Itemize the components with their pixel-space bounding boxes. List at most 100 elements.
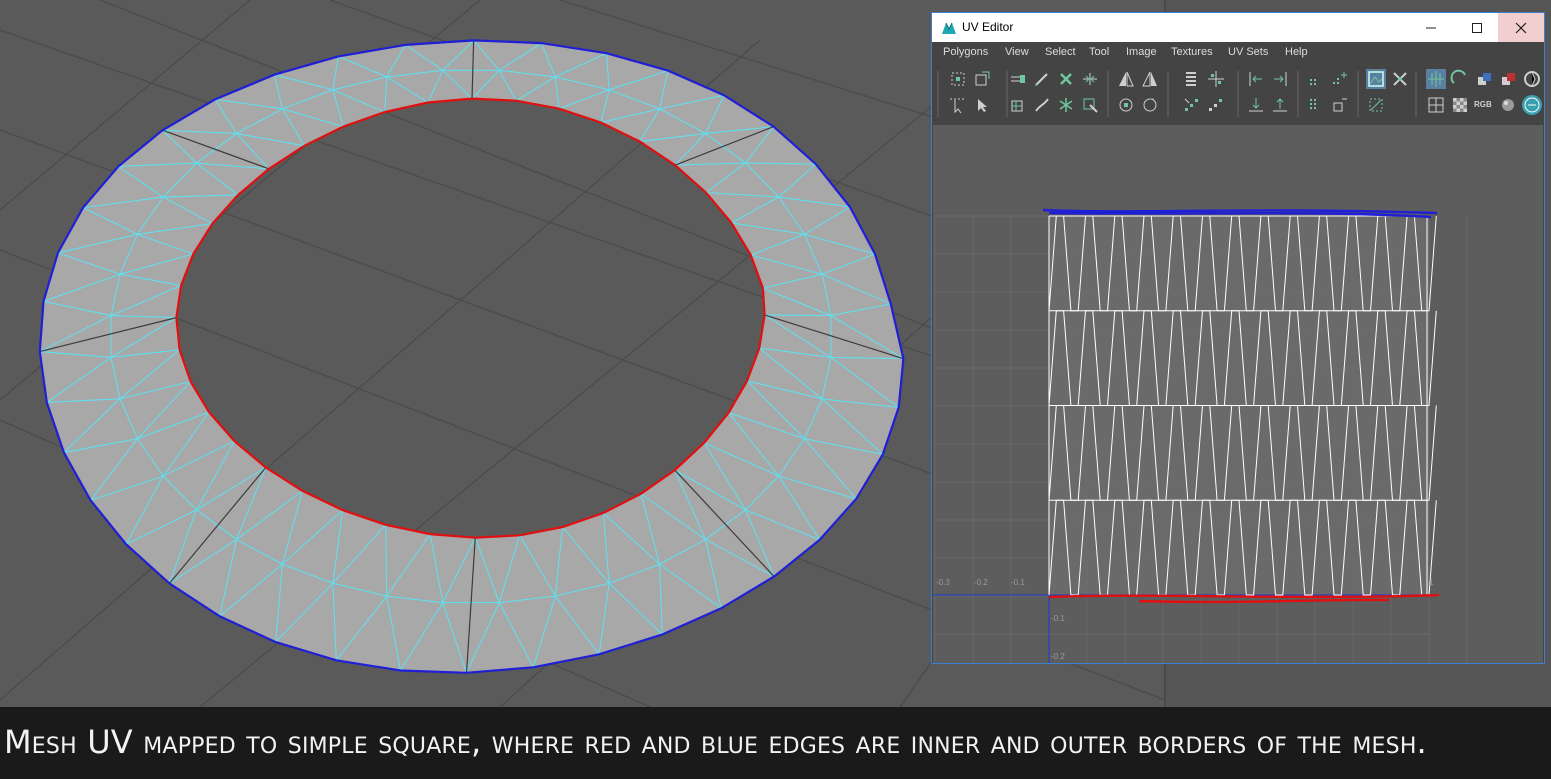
rotate-cw-tool[interactable]	[1140, 95, 1160, 115]
image-display-toggle[interactable]	[1366, 69, 1386, 89]
checker-toggle[interactable]	[1390, 69, 1410, 89]
scatter-alt-icon	[1209, 99, 1222, 111]
align-right-icon	[1274, 72, 1287, 86]
shading-sphere-toggle[interactable]	[1498, 95, 1518, 115]
uv-editor-toolbar: RGB	[932, 63, 1544, 125]
optimize-tool[interactable]	[1056, 95, 1076, 115]
scatter-tool[interactable]	[1182, 95, 1202, 115]
layout-tool[interactable]	[1182, 69, 1202, 89]
rgb-label: RGB	[1474, 100, 1492, 109]
normalize-tool[interactable]	[1330, 95, 1350, 115]
v-label-neg-0.1: -0.1	[1051, 614, 1065, 623]
uv-editor-titlebar[interactable]: UV Editor	[932, 13, 1544, 42]
rotate-ccw-tool[interactable]	[1116, 95, 1136, 115]
caption-bar: Mesh UV mapped to simple square, where r…	[0, 707, 1551, 779]
rotate-tool[interactable]	[1450, 69, 1470, 89]
unfold-tool[interactable]	[1008, 95, 1028, 115]
menu-textures[interactable]: Textures	[1171, 46, 1213, 58]
aperture-icon	[1524, 71, 1540, 87]
filter-toggle[interactable]	[1366, 95, 1386, 115]
straighten-tool[interactable]	[1080, 95, 1100, 115]
normalize-icon	[1333, 98, 1347, 112]
checker-tiles-toggle[interactable]	[1450, 95, 1470, 115]
filter-icon	[1369, 98, 1383, 112]
select-tool[interactable]	[948, 95, 968, 115]
sphere-icon	[1502, 99, 1514, 111]
grid-snap-tool[interactable]	[1306, 95, 1326, 115]
menu-polygons[interactable]: Polygons	[943, 46, 988, 58]
shuffle-icon	[1393, 72, 1407, 86]
brush-icon	[1035, 98, 1049, 112]
caption-text: Mesh UV mapped to simple square, where r…	[4, 723, 1427, 761]
rotate-icon	[1450, 69, 1466, 84]
shell-border-tool[interactable]	[972, 69, 992, 89]
uv-editor-menubar: Polygons View Select Tool Image Textures…	[932, 42, 1544, 63]
menu-view[interactable]: View	[1005, 46, 1029, 58]
planar-icon	[1119, 71, 1134, 87]
cut-uv-tool[interactable]	[1008, 69, 1028, 89]
maya-app-icon	[941, 20, 957, 36]
dots-icon	[1310, 79, 1316, 85]
color-icon	[1502, 73, 1515, 85]
window-title: UV Editor	[962, 20, 1014, 34]
shell-icon	[975, 71, 990, 86]
close-button[interactable]	[1498, 13, 1544, 42]
u-label-1: 1	[1429, 578, 1434, 587]
merge-uv-tool[interactable]	[1080, 69, 1100, 89]
snowflake-icon	[1059, 98, 1073, 112]
delete-uv-tool[interactable]	[1056, 69, 1076, 89]
auto-map-tool[interactable]	[1140, 69, 1160, 89]
menu-help[interactable]: Help	[1285, 46, 1308, 58]
align-bottom-icon	[1249, 98, 1263, 112]
grid-icon	[1428, 71, 1444, 87]
planar-map-tool[interactable]	[1116, 69, 1136, 89]
smooth-tool[interactable]	[1032, 95, 1052, 115]
aperture-toggle[interactable]	[1522, 69, 1542, 89]
menu-uv-sets[interactable]: UV Sets	[1228, 46, 1268, 58]
sew-uv-tool[interactable]	[1032, 69, 1052, 89]
uv-inner-border	[1048, 593, 1440, 604]
exposure-icon	[1524, 97, 1540, 113]
arrow-select-icon	[950, 98, 964, 114]
align-top-icon	[1273, 98, 1287, 112]
pen-icon	[1035, 73, 1048, 86]
align-bottom-tool[interactable]	[1246, 95, 1266, 115]
align-left-tool[interactable]	[1246, 69, 1266, 89]
rotate-ccw-icon	[1119, 98, 1133, 112]
pixel-grid-icon	[1428, 97, 1444, 113]
menu-image[interactable]: Image	[1126, 46, 1157, 58]
menu-select[interactable]: Select	[1045, 46, 1076, 58]
minimize-button[interactable]	[1408, 13, 1454, 42]
pixel-grid-toggle[interactable]	[1426, 95, 1446, 115]
auto-map-icon	[1142, 71, 1157, 87]
stack-shells-tool[interactable]	[1330, 69, 1350, 89]
menu-tool[interactable]: Tool	[1089, 46, 1109, 58]
distribute-tool[interactable]	[1206, 69, 1226, 89]
move-tool[interactable]	[972, 95, 992, 115]
rgb-channel-toggle[interactable]: RGB	[1474, 95, 1494, 115]
align-left-icon	[1249, 72, 1262, 86]
uv-editor-window[interactable]: UV Editor Polygons View Select Tool Imag…	[931, 12, 1545, 664]
u-label-neg-0.2: -0.2	[974, 578, 988, 587]
maximize-icon	[1472, 22, 1482, 33]
uv-canvas[interactable]: -0.3 -0.2 -0.1 -0.1 -0.2 1	[933, 125, 1543, 663]
grid-toggle[interactable]	[1426, 69, 1446, 89]
merge-icon	[1083, 73, 1097, 85]
uv-canvas-svg[interactable]: -0.3 -0.2 -0.1 -0.1 -0.2 1	[933, 125, 1543, 663]
color-toggle[interactable]	[1498, 69, 1518, 89]
align-right-tool[interactable]	[1270, 69, 1290, 89]
scatter-alt-tool[interactable]	[1206, 95, 1226, 115]
maximize-button[interactable]	[1454, 13, 1500, 42]
unfold-icon	[1011, 100, 1023, 112]
exposure-toggle[interactable]	[1522, 95, 1542, 115]
uv-shell-select-tool[interactable]	[948, 69, 968, 89]
checker-icon	[1453, 98, 1467, 112]
shaded-icon	[1478, 73, 1491, 85]
add-dots-icon	[1333, 72, 1347, 84]
align-top-tool[interactable]	[1270, 95, 1290, 115]
shaded-toggle[interactable]	[1474, 69, 1494, 89]
scatter-icon	[1184, 98, 1198, 111]
grid-dots-icon	[1310, 99, 1316, 109]
cut-icon	[1011, 75, 1025, 83]
snap-tool[interactable]	[1306, 69, 1326, 89]
